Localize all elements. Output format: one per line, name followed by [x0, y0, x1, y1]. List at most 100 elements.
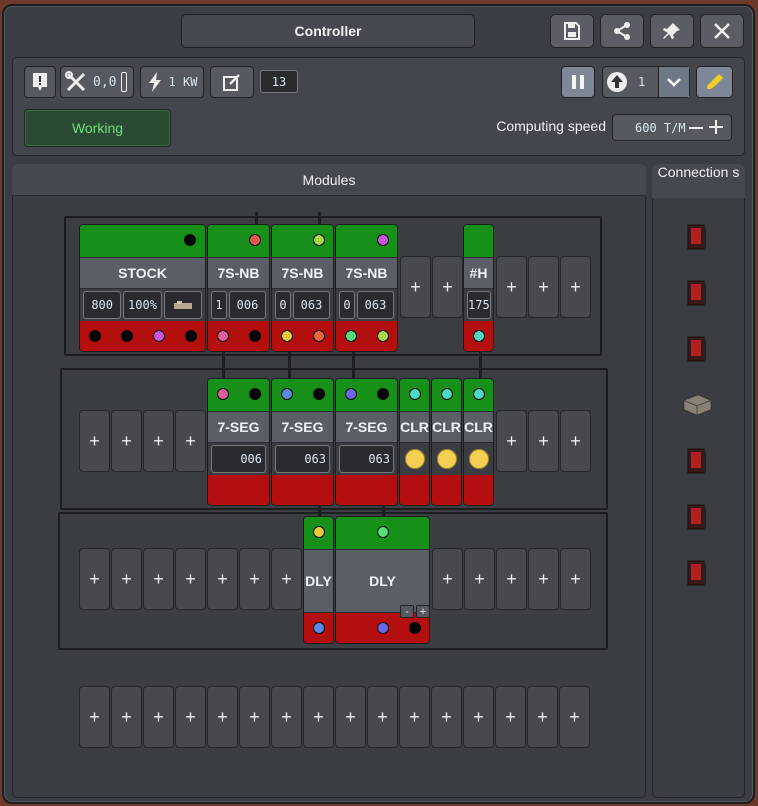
pin[interactable]: [313, 388, 325, 400]
add-module-slot[interactable]: +: [79, 548, 110, 610]
add-module-slot[interactable]: +: [559, 686, 590, 748]
delay-decrease-button[interactable]: -: [400, 605, 414, 618]
add-module-slot[interactable]: +: [175, 686, 206, 748]
display-building-icon[interactable]: [681, 445, 713, 477]
display-building-icon[interactable]: [681, 277, 713, 309]
chevron-down-icon[interactable]: [658, 67, 689, 97]
add-module-slot[interactable]: +: [111, 548, 142, 610]
pin[interactable]: [345, 330, 357, 342]
add-module-slot[interactable]: +: [528, 548, 559, 610]
display-building-icon[interactable]: [681, 501, 713, 533]
pin[interactable]: [217, 330, 229, 342]
pin[interactable]: [217, 388, 229, 400]
pin[interactable]: [313, 526, 325, 538]
add-module-slot[interactable]: +: [335, 686, 366, 748]
display-building-icon[interactable]: [681, 333, 713, 365]
highlight-button[interactable]: [696, 66, 733, 98]
add-module-slot[interactable]: +: [399, 686, 430, 748]
rotation-select[interactable]: 1: [602, 66, 690, 98]
pin[interactable]: [441, 388, 453, 400]
pin[interactable]: [409, 622, 421, 634]
edit-button[interactable]: [210, 66, 254, 98]
add-module-slot[interactable]: +: [239, 686, 270, 748]
add-module-slot[interactable]: +: [143, 548, 174, 610]
display-building-icon[interactable]: [681, 557, 713, 589]
add-module-slot[interactable]: +: [496, 256, 527, 318]
pin[interactable]: [153, 330, 165, 342]
close-button[interactable]: [700, 14, 744, 48]
minus-icon[interactable]: [689, 127, 703, 129]
add-module-slot[interactable]: +: [239, 548, 270, 610]
pin[interactable]: [281, 388, 293, 400]
add-module-slot[interactable]: +: [496, 410, 527, 472]
pin[interactable]: [249, 330, 261, 342]
pin[interactable]: [409, 388, 421, 400]
pin[interactable]: [249, 234, 261, 246]
share-button[interactable]: [600, 14, 644, 48]
add-module-slot[interactable]: +: [432, 256, 463, 318]
module-name: #H: [464, 257, 493, 289]
add-module-slot[interactable]: +: [143, 686, 174, 748]
add-module-slot[interactable]: +: [432, 548, 463, 610]
add-module-slot[interactable]: +: [111, 410, 142, 472]
add-module-slot[interactable]: +: [143, 410, 174, 472]
add-module-slot[interactable]: +: [560, 548, 591, 610]
pin[interactable]: [377, 622, 389, 634]
add-module-slot[interactable]: +: [527, 686, 558, 748]
delay-increase-button[interactable]: +: [416, 605, 430, 618]
pin[interactable]: [249, 388, 261, 400]
pin[interactable]: [377, 388, 389, 400]
add-module-slot[interactable]: +: [495, 686, 526, 748]
pin[interactable]: [377, 526, 389, 538]
add-module-slot[interactable]: +: [79, 686, 110, 748]
add-module-slot[interactable]: +: [367, 686, 398, 748]
pin[interactable]: [313, 330, 325, 342]
pin[interactable]: [377, 234, 389, 246]
add-module-slot[interactable]: +: [79, 410, 110, 472]
module-7-seg[interactable]: 7-SEG 063: [271, 378, 334, 506]
save-button[interactable]: [550, 14, 594, 48]
pin[interactable]: [473, 388, 485, 400]
plus-icon[interactable]: [709, 120, 723, 134]
storage-building-icon[interactable]: [681, 389, 713, 421]
add-module-slot[interactable]: +: [271, 548, 302, 610]
add-module-slot[interactable]: +: [464, 548, 495, 610]
pin[interactable]: [313, 234, 325, 246]
add-module-slot[interactable]: +: [528, 410, 559, 472]
pin[interactable]: [185, 330, 197, 342]
add-module-slot[interactable]: +: [207, 686, 238, 748]
add-module-slot[interactable]: +: [111, 686, 142, 748]
pin[interactable]: [377, 330, 389, 342]
pin-button[interactable]: [650, 14, 694, 48]
add-module-slot[interactable]: +: [496, 548, 527, 610]
power-button[interactable]: 1 KW: [140, 66, 204, 98]
add-module-slot[interactable]: +: [463, 686, 494, 748]
pin[interactable]: [89, 330, 101, 342]
module-7-seg[interactable]: 7-SEG 063: [335, 378, 398, 506]
tools-button[interactable]: 0,0: [60, 66, 134, 98]
add-module-slot[interactable]: +: [528, 256, 559, 318]
add-module-slot[interactable]: +: [560, 410, 591, 472]
add-module-slot[interactable]: +: [431, 686, 462, 748]
add-module-slot[interactable]: +: [271, 686, 302, 748]
pin[interactable]: [121, 330, 133, 342]
add-module-slot[interactable]: +: [175, 410, 206, 472]
add-module-slot[interactable]: +: [560, 256, 591, 318]
module-7-seg[interactable]: 7-SEG 006: [207, 378, 270, 506]
speed-control[interactable]: 600 T/M: [612, 114, 732, 141]
pin[interactable]: [345, 388, 357, 400]
pin[interactable]: [184, 234, 196, 246]
add-module-slot[interactable]: +: [400, 256, 431, 318]
add-module-slot[interactable]: +: [207, 548, 238, 610]
display-building-icon[interactable]: [681, 221, 713, 253]
pin[interactable]: [313, 622, 325, 634]
add-module-slot[interactable]: +: [175, 548, 206, 610]
pin[interactable]: [281, 330, 293, 342]
rotation-value: 1: [638, 75, 646, 89]
tools-icon: [65, 71, 86, 92]
number-value: 063: [293, 291, 330, 319]
pause-button[interactable]: [561, 66, 595, 98]
add-module-slot[interactable]: +: [303, 686, 334, 748]
info-button[interactable]: [24, 66, 56, 98]
pin[interactable]: [473, 330, 485, 342]
